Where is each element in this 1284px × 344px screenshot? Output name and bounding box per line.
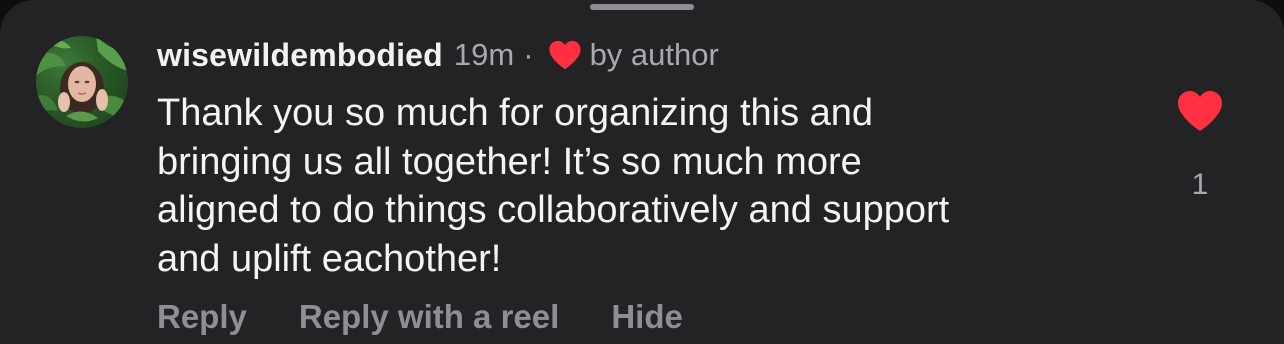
comment-line: aligned to do things collaboratively and… xyxy=(157,189,950,231)
avatar[interactable] xyxy=(36,36,128,128)
comment-meta: wisewildembodied 19m · by author xyxy=(157,34,719,76)
reply-with-reel-button[interactable]: Reply with a reel xyxy=(299,298,559,336)
like-count[interactable]: 1 xyxy=(1176,168,1224,202)
comment-line: Thank you so much for organizing this an… xyxy=(157,92,874,134)
comment-line: bringing us all together! It’s so much m… xyxy=(157,140,862,183)
drag-handle[interactable] xyxy=(590,4,694,10)
comment-body: Thank you so much for organizing this an… xyxy=(157,89,1157,283)
reply-button[interactable]: Reply xyxy=(157,298,247,336)
comment-actions: Reply Reply with a reel Hide xyxy=(157,298,683,336)
author-liked-label: by author xyxy=(589,37,719,72)
hide-button[interactable]: Hide xyxy=(611,298,683,336)
separator-dot: · xyxy=(523,37,534,72)
comment-line: and uplift eachother! xyxy=(157,237,502,280)
username[interactable]: wisewildembodied xyxy=(157,37,443,74)
comment-sheet: wisewildembodied 19m · by author Thank y… xyxy=(0,0,1284,344)
like-button[interactable] xyxy=(1176,89,1224,133)
heart-icon xyxy=(1178,91,1222,131)
timestamp: 19m xyxy=(453,37,515,72)
avatar-image xyxy=(36,36,128,128)
heart-icon xyxy=(548,39,582,71)
